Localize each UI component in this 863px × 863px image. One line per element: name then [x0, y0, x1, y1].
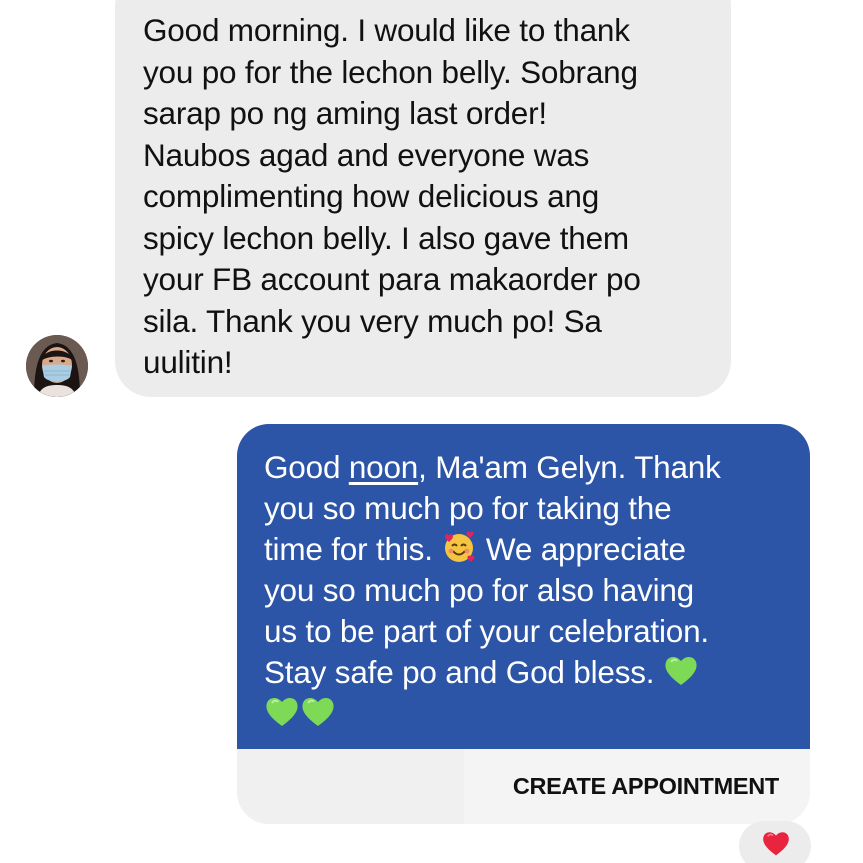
woman-wearing-face-mask-avatar-icon [26, 335, 88, 397]
message-action-area: CREATE APPOINTMENT [237, 749, 810, 824]
incoming-message-line: Naubos agad and everyone was [143, 136, 590, 173]
outgoing-message-line: time for this. We appreciate [264, 529, 790, 570]
incoming-message-line: sarap po ng aming last order! [143, 95, 547, 131]
outgoing-text-segment: time for this. [264, 531, 433, 567]
incoming-message-line: your FB account para makaorder po [143, 261, 641, 297]
outgoing-text-segment: Stay safe po and God bless. [264, 654, 655, 690]
outgoing-message-bubble[interactable]: Good noon, Ma'am Gelyn. Thank you so muc… [237, 424, 810, 749]
green-heart-icon [663, 653, 699, 687]
incoming-message-line: sila. Thank you very much po! Sa [143, 302, 602, 339]
outgoing-message-line: us to be part of your celebration. [264, 613, 709, 649]
outgoing-message-line: Stay safe po and God bless. [264, 652, 790, 693]
message-reaction-badge[interactable] [739, 821, 811, 863]
green-heart-icon [300, 694, 336, 728]
outgoing-message-line: you so much po for taking the [264, 490, 672, 526]
underlined-word: noon [348, 449, 419, 485]
action-area-spacer [237, 749, 464, 824]
outgoing-text-segment: , Ma'am Gelyn. Thank [418, 449, 721, 485]
incoming-message-line: Good morning. I would like to thank [143, 12, 630, 48]
outgoing-message-line [264, 693, 790, 734]
outgoing-text-segment: Good [264, 449, 349, 485]
smiling-face-with-hearts-icon [441, 530, 477, 564]
create-appointment-button[interactable]: CREATE APPOINTMENT [464, 749, 810, 824]
incoming-message-line: you po for the lechon belly. Sobrang [143, 53, 638, 90]
outgoing-message-line: you so much po for also having [264, 572, 695, 608]
green-heart-icon [264, 694, 300, 728]
outgoing-message-line: Good noon, Ma'am Gelyn. Thank [264, 447, 790, 488]
incoming-message-line: uulitin! [143, 344, 233, 380]
outgoing-text-segment: We appreciate [477, 531, 686, 567]
red-heart-icon [761, 829, 791, 862]
incoming-message-line: spicy lechon belly. I also gave them [143, 219, 629, 256]
incoming-message-bubble[interactable]: Good morning. I would like to thank you … [115, 0, 731, 397]
incoming-message-line: complimenting how delicious ang [143, 178, 600, 214]
outgoing-message-card: Good noon, Ma'am Gelyn. Thank you so muc… [237, 424, 810, 824]
sender-avatar[interactable] [26, 335, 88, 397]
messenger-conversation: Good morning. I would like to thank you … [0, 0, 863, 863]
